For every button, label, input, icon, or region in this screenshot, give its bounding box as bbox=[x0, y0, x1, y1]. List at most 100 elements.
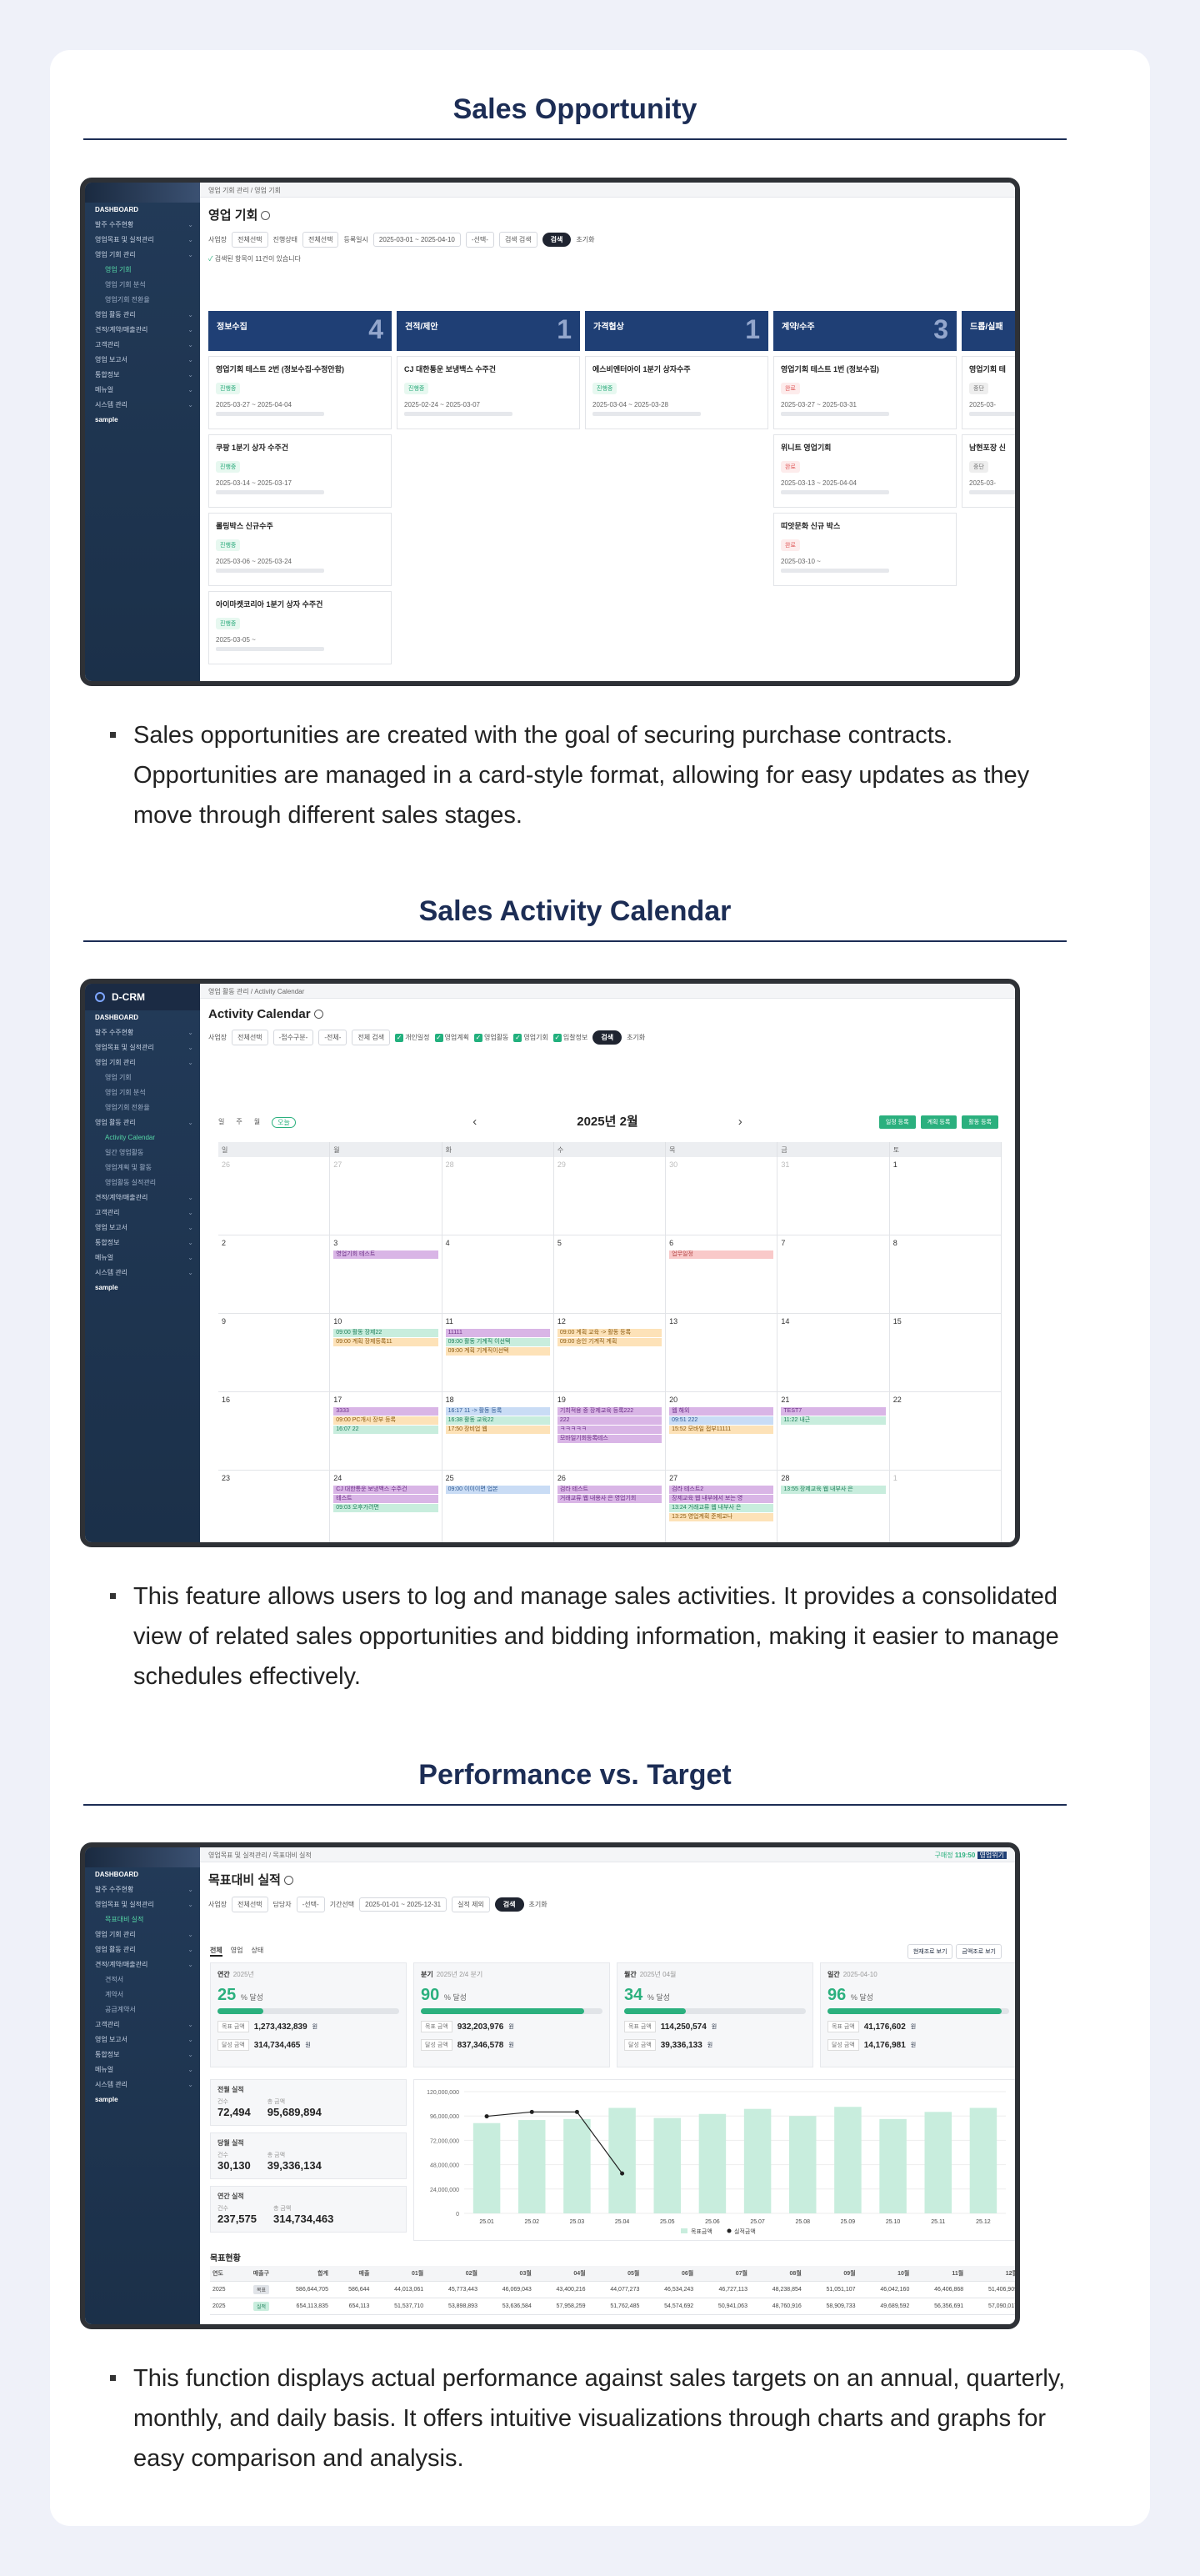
opportunity-card[interactable]: CJ 대한통운 보냉백스 수주건 진행중 2025-02-24 ~ 2025-03-… bbox=[397, 356, 580, 429]
calendar-event[interactable]: 09:00 이이이면 업본 bbox=[445, 1486, 550, 1494]
opportunity-card[interactable]: 쿠팡 1분기 상자 수주건 진행중 2025-03-14 ~ 2025-03-17 bbox=[208, 434, 392, 508]
calendar-day[interactable]: 27 bbox=[330, 1157, 442, 1235]
sidebar-item[interactable]: 시스템 관리 ⌄ bbox=[85, 2077, 200, 2092]
opportunity-card[interactable]: 위니트 영업기회 완료 2025-03-13 ~ 2025-04-04 bbox=[773, 434, 957, 508]
sidebar-item[interactable]: 영업 기회 관리 ⌄ bbox=[85, 1927, 200, 1942]
sidebar-item[interactable]: 영업 기회 bbox=[85, 263, 200, 278]
calendar-day[interactable]: 22 bbox=[890, 1392, 1002, 1470]
sidebar-item[interactable]: 발주 수주현황 ⌄ bbox=[85, 1025, 200, 1040]
perf-tab[interactable]: 전체 bbox=[210, 1946, 222, 1957]
filter-select[interactable]: 검색 검색 bbox=[498, 232, 538, 248]
calendar-event[interactable]: 16:17 11 -> 활동 등록 bbox=[445, 1407, 550, 1416]
sidebar-item[interactable]: 영업 보고서 ⌄ bbox=[85, 2032, 200, 2047]
chevron-right-icon[interactable]: › bbox=[738, 1115, 742, 1129]
sidebar-item[interactable]: 고객관리 ⌄ bbox=[85, 2017, 200, 2032]
calendar-event[interactable]: CJ 대한통운 보냉백스 수주건 bbox=[333, 1486, 438, 1494]
reset-button[interactable]: 초기화 bbox=[627, 1033, 645, 1042]
sidebar-item[interactable]: 영업 활동 관리 ⌄ bbox=[85, 1942, 200, 1957]
opportunity-card[interactable]: 영업기회 테스트 2번 (정보수집-수정안함) 진행중 2025-03-27 ~ 2… bbox=[208, 356, 392, 429]
filter-select[interactable]: 실적 제외 bbox=[452, 1897, 490, 1912]
calendar-event[interactable]: 15:52 모바일 접부11111 bbox=[669, 1426, 774, 1434]
calendar-day[interactable]: 18 16:17 11 -> 활동 등록 16:38 활동 교육22 17:50 장비… bbox=[442, 1392, 554, 1470]
sidebar-item[interactable]: 시스템 관리 ⌄ bbox=[85, 1265, 200, 1280]
calendar-event[interactable]: 기최적용 중 장제교육 등록222 bbox=[557, 1407, 662, 1416]
calendar-day[interactable]: 28 bbox=[442, 1157, 554, 1235]
search-button[interactable]: 검색 bbox=[592, 1030, 622, 1045]
sidebar-item[interactable]: 영업기회 전환율 bbox=[85, 1100, 200, 1115]
calendar-day[interactable]: 19 기최적용 중 장제교육 등록222 222 ㅋㅋㅋㅋㅋ 모바일기회등록테스 bbox=[554, 1392, 667, 1470]
refresh-icon[interactable] bbox=[283, 1876, 293, 1885]
calendar-day[interactable]: 7 bbox=[778, 1235, 890, 1313]
refresh-icon[interactable] bbox=[261, 211, 271, 220]
calendar-day[interactable]: 8 bbox=[890, 1235, 1002, 1313]
sidebar-item[interactable]: 영업 기회 분석 bbox=[85, 278, 200, 293]
calendar-day[interactable]: 24 CJ 대한통운 보냉백스 수주건 테스트 09:03 오후가려면 bbox=[330, 1471, 442, 1542]
sidebar-item[interactable]: 메뉴얼 ⌄ bbox=[85, 383, 200, 398]
calendar-day[interactable]: 15 bbox=[890, 1314, 1002, 1391]
sidebar-item[interactable]: 목표대비 실적 bbox=[85, 1912, 200, 1927]
calendar-event[interactable]: 모바일기회등록테스 bbox=[557, 1435, 662, 1443]
opportunity-card[interactable]: 영업기회 테 중단 2025-03- bbox=[962, 356, 1015, 429]
calendar-day[interactable]: 27 검라 테스트2 장제교육 웹 내부에서 보는 영 13:24 거래교류 웹 내부… bbox=[666, 1471, 778, 1542]
sidebar-item[interactable]: DASHBOARD bbox=[85, 1867, 200, 1882]
calendar-day[interactable]: 23 bbox=[218, 1471, 331, 1542]
sidebar-item[interactable]: DASHBOARD bbox=[85, 1010, 200, 1025]
calendar-day[interactable]: 26 bbox=[218, 1157, 331, 1235]
calendar-event[interactable]: 3333 bbox=[333, 1407, 438, 1416]
calendar-event[interactable]: 업무일정 bbox=[669, 1250, 774, 1259]
opportunity-card[interactable]: 아이마켓코리아 1분기 상자 수주건 진행중 2025-03-05 ~ bbox=[208, 591, 392, 664]
sidebar-item[interactable]: sample bbox=[85, 1280, 200, 1296]
add-button[interactable]: 계획 등록 bbox=[920, 1115, 958, 1129]
calendar-day[interactable]: 25 09:00 이이이면 업본 bbox=[442, 1471, 554, 1542]
sidebar-item[interactable]: 견적서 bbox=[85, 1972, 200, 1987]
sidebar-item[interactable]: 영업 기회 분석 bbox=[85, 1085, 200, 1100]
calendar-event[interactable]: 09:00 계획 기계직이선택 bbox=[445, 1347, 550, 1356]
filter-checkbox[interactable]: ✓ 개인일정 bbox=[395, 1033, 430, 1042]
filter-select[interactable]: 2025-03-01 ~ 2025-04-10 bbox=[372, 233, 461, 247]
calendar-event[interactable]: 검라 테스트2 bbox=[669, 1486, 774, 1494]
filter-select[interactable]: -선택- bbox=[296, 1897, 325, 1912]
filter-checkbox[interactable]: ✓ 영업활동 bbox=[473, 1033, 508, 1042]
calendar-event[interactable]: 09:00 활동 기계직 이선택 bbox=[445, 1338, 550, 1346]
calendar-day[interactable]: 28 13:55 장제교육 웹 내부사 은 bbox=[778, 1471, 890, 1542]
calendar-day[interactable]: 5 bbox=[554, 1235, 667, 1313]
calendar-day[interactable]: 1 bbox=[890, 1157, 1002, 1235]
sidebar-item[interactable]: 영업목표 및 실적관리 ⌄ bbox=[85, 1897, 200, 1912]
calendar-event[interactable]: 16:07 22 bbox=[333, 1426, 438, 1434]
calendar-event[interactable]: 13:55 장제교육 웹 내부사 은 bbox=[781, 1486, 886, 1494]
calendar-day[interactable]: 4 bbox=[442, 1235, 554, 1313]
sidebar-item[interactable]: sample bbox=[85, 2092, 200, 2107]
calendar-event[interactable]: 13:24 거래교류 웹 내부사 은 bbox=[669, 1504, 774, 1512]
add-button[interactable]: 일정 등록 bbox=[878, 1115, 916, 1129]
calendar-day[interactable]: 31 bbox=[778, 1157, 890, 1235]
sidebar-item[interactable]: sample bbox=[85, 413, 200, 428]
sidebar-item[interactable]: 견적/계약/매출관리 ⌄ bbox=[85, 1957, 200, 1972]
sidebar-item[interactable]: 영업 기회 관리 ⌄ bbox=[85, 1055, 200, 1070]
sidebar-item[interactable]: 계약서 bbox=[85, 1987, 200, 2002]
perf-tab[interactable]: 상태 bbox=[251, 1946, 263, 1957]
filter-select[interactable]: 전체 검색 bbox=[352, 1030, 391, 1045]
calendar-event[interactable]: ㅋㅋㅋㅋㅋ bbox=[557, 1426, 662, 1434]
sidebar-item[interactable]: DASHBOARD bbox=[85, 203, 200, 218]
calendar-event[interactable]: 16:38 활동 교육22 bbox=[445, 1416, 550, 1425]
calendar-event[interactable]: 09:51 222 bbox=[669, 1416, 774, 1425]
calendar-day[interactable]: 16 bbox=[218, 1392, 331, 1470]
sidebar-item[interactable]: 영업 보고서 ⌄ bbox=[85, 1220, 200, 1235]
calendar-event[interactable]: 웹 해외 bbox=[669, 1407, 774, 1416]
calendar-event[interactable]: 검라 테스트 bbox=[557, 1486, 662, 1494]
sidebar-item[interactable]: 영업 기회 bbox=[85, 1070, 200, 1085]
calendar-day[interactable]: 11 11111 09:00 활동 기계직 이선택 09:00 계획 기계직이선택 bbox=[442, 1314, 554, 1391]
calendar-event[interactable]: 09:00 활동 장제22 bbox=[333, 1329, 438, 1337]
calendar-day[interactable]: 21 TEST7 11:22 내근 bbox=[778, 1392, 890, 1470]
filter-select[interactable]: 전체선택 bbox=[232, 1030, 268, 1045]
calendar-day[interactable]: 20 웹 해외 09:51 222 15:52 모바일 접부11111 bbox=[666, 1392, 778, 1470]
calendar-day[interactable]: 2 bbox=[218, 1235, 331, 1313]
filter-select[interactable]: 2025-01-01 ~ 2025-12-31 bbox=[359, 1897, 448, 1912]
sidebar-item[interactable]: 메뉴얼 ⌄ bbox=[85, 2062, 200, 2077]
filter-checkbox[interactable]: ✓ 입찰정보 bbox=[552, 1033, 588, 1042]
sidebar-item[interactable]: 발주 수주현황 ⌄ bbox=[85, 1882, 200, 1897]
opportunity-card[interactable]: 남현포장 신 중단 2025-03- bbox=[962, 434, 1015, 508]
sidebar-item[interactable]: 고객관리 ⌄ bbox=[85, 1205, 200, 1220]
sidebar-item[interactable]: 발주 수주현황 ⌄ bbox=[85, 218, 200, 233]
sidebar-item[interactable]: 영업기회 전환율 bbox=[85, 293, 200, 308]
